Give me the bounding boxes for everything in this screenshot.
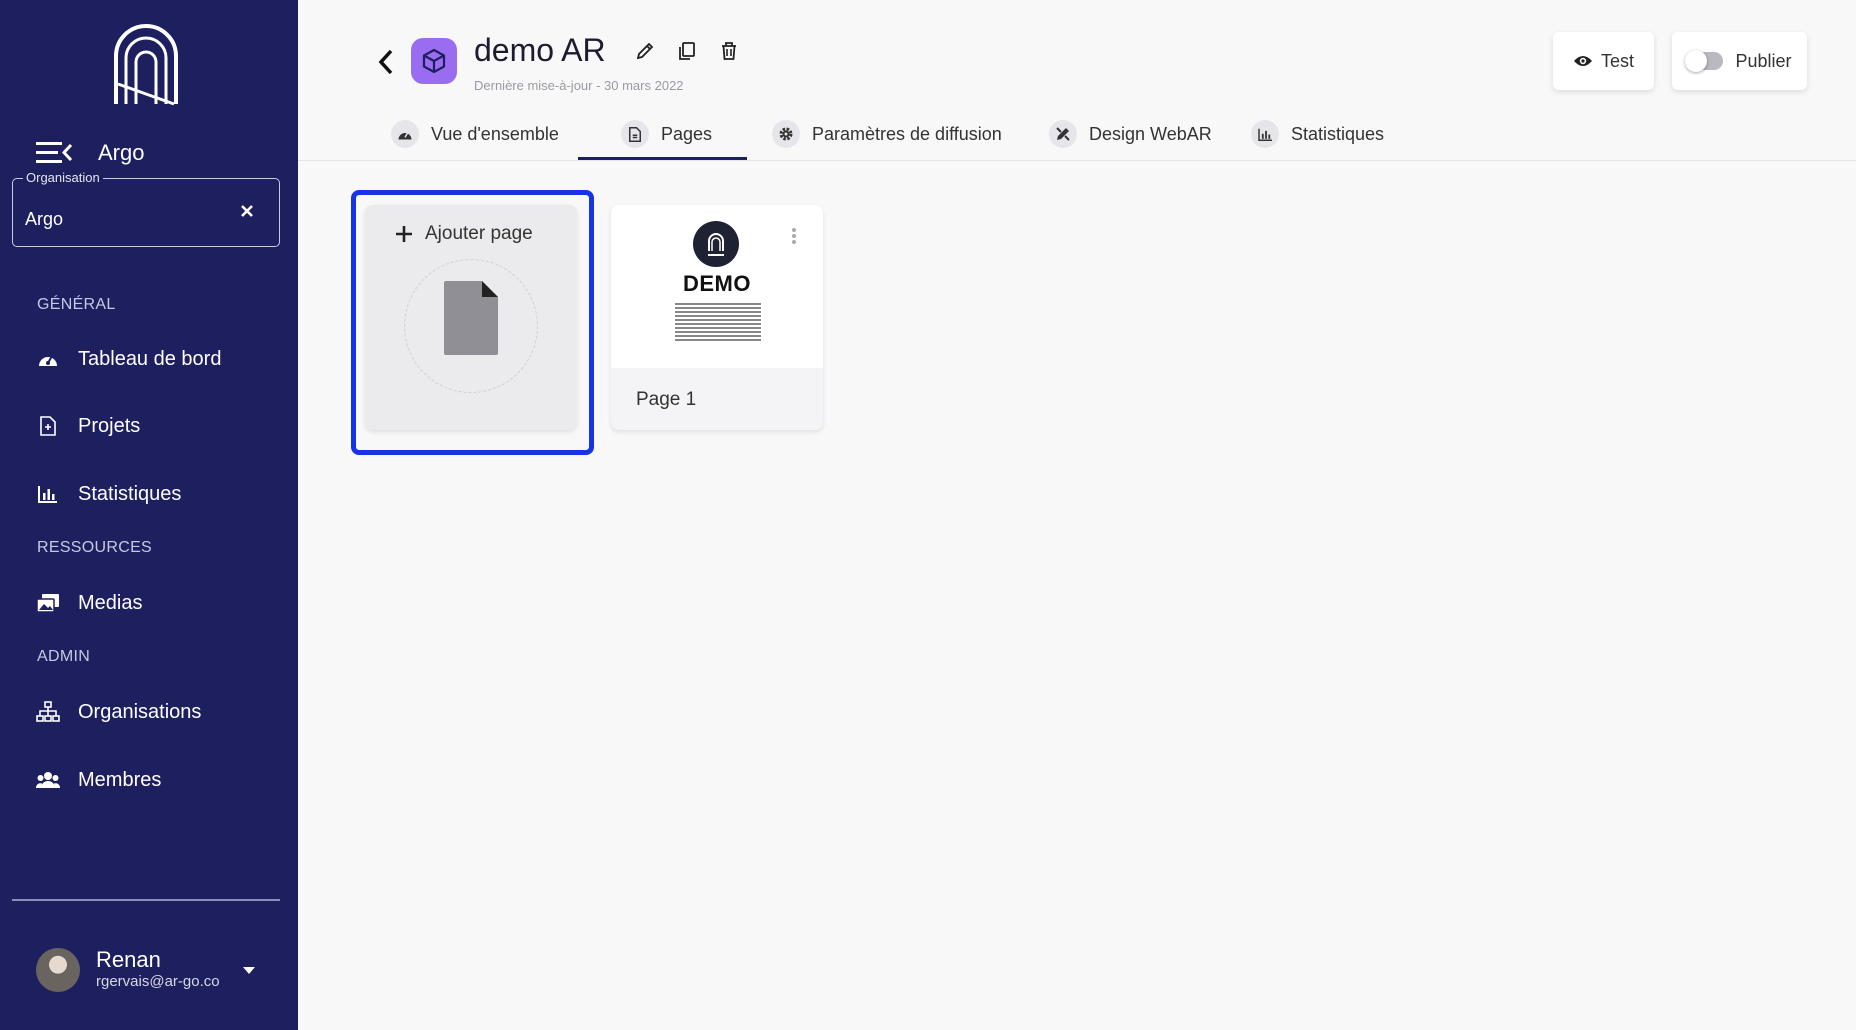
page-title: demo AR — [474, 32, 606, 68]
dashboard-icon — [36, 347, 60, 371]
org-tree-icon — [36, 700, 60, 724]
publish-toggle[interactable] — [1685, 50, 1724, 72]
gear-icon — [772, 120, 800, 148]
clear-icon[interactable] — [239, 203, 255, 219]
publish-button[interactable]: Publier — [1672, 32, 1807, 90]
more-options-icon[interactable] — [791, 227, 797, 245]
tab-label: Design WebAR — [1089, 123, 1212, 144]
dashboard-icon — [391, 120, 419, 148]
thumbnail-title: DEMO — [683, 271, 751, 296]
tab-label: Pages — [661, 123, 713, 144]
file-icon — [444, 281, 498, 355]
organisation-select[interactable]: Organisation Argo — [12, 170, 280, 247]
section-admin: ADMIN — [37, 648, 91, 665]
page-card[interactable]: DEMO Page 1 — [611, 205, 823, 430]
tab-label: Statistiques — [1291, 123, 1385, 144]
tab-label: Vue d'ensemble — [431, 123, 559, 144]
sidebar-item-medias[interactable]: Medias — [36, 591, 142, 615]
plus-icon — [396, 226, 412, 242]
tab-label: Paramètres de diffusion — [812, 123, 1002, 144]
edit-icon[interactable] — [634, 40, 656, 62]
caret-down-icon[interactable] — [243, 967, 255, 975]
back-arrow-icon[interactable] — [376, 48, 396, 76]
tab-broadcast-settings[interactable]: Paramètres de diffusion — [772, 120, 1002, 148]
avatar — [36, 948, 80, 992]
thumbnail-text-lines — [675, 303, 761, 343]
pencil-ruler-icon — [1049, 120, 1077, 148]
organisation-value: Argo — [25, 209, 64, 229]
user-name: Renan — [96, 947, 161, 972]
sidebar-item-label: Membres — [78, 768, 162, 791]
sidebar: Argo Organisation Argo GÉNÉRAL Tableau d… — [0, 0, 298, 1030]
bar-chart-icon — [36, 482, 60, 506]
tab-design-webar[interactable]: Design WebAR — [1049, 120, 1212, 148]
sidebar-item-label: Tableau de bord — [78, 347, 222, 370]
document-icon — [621, 120, 649, 148]
sidebar-item-label: Medias — [78, 591, 143, 614]
sidebar-item-dashboard[interactable]: Tableau de bord — [36, 347, 221, 371]
test-button[interactable]: Test — [1553, 32, 1654, 90]
document-icon — [36, 414, 60, 438]
last-updated: Dernière mise-à-jour - 30 mars 2022 — [474, 78, 684, 93]
media-icon — [36, 591, 60, 615]
sidebar-item-label: Organisations — [78, 700, 202, 723]
publish-label: Publier — [1735, 50, 1792, 71]
project-cube-icon — [411, 38, 457, 84]
page-thumbnail: DEMO — [611, 205, 823, 368]
add-page-label: Ajouter page — [425, 223, 533, 244]
argo-logo — [114, 24, 178, 106]
members-icon — [36, 768, 60, 792]
sidebar-item-members[interactable]: Membres — [36, 768, 161, 792]
trash-icon[interactable] — [718, 40, 740, 62]
sidebar-item-organisations[interactable]: Organisations — [36, 700, 201, 724]
sidebar-item-statistics[interactable]: Statistiques — [36, 482, 181, 506]
tab-overview[interactable]: Vue d'ensemble — [391, 120, 559, 148]
section-resources: RESSOURCES — [37, 539, 153, 556]
sidebar-divider — [12, 899, 280, 901]
sidebar-item-projects[interactable]: Projets — [36, 414, 140, 438]
add-page-card[interactable]: Ajouter page — [365, 205, 577, 430]
page-card-label: Page 1 — [636, 389, 697, 410]
sidebar-item-label: Projets — [78, 414, 141, 437]
user-email: rgervais@ar-go.co — [96, 973, 220, 990]
tab-statistics[interactable]: Statistiques — [1251, 120, 1384, 148]
add-page-header: Ajouter page — [395, 223, 533, 245]
bar-chart-icon — [1251, 120, 1279, 148]
eye-icon — [1573, 56, 1592, 66]
user-profile[interactable]: Renan rgervais@ar-go.co — [36, 948, 220, 992]
tab-pages[interactable]: Pages — [621, 120, 712, 148]
copy-icon[interactable] — [676, 40, 698, 62]
argo-logo-icon — [693, 221, 739, 267]
section-general: GÉNÉRAL — [37, 296, 116, 313]
sidebar-header: Argo — [36, 140, 144, 166]
menu-collapse-icon[interactable] — [36, 140, 72, 166]
tabs-divider — [298, 160, 1856, 161]
organisation-legend: Organisation — [23, 170, 103, 185]
test-label: Test — [1600, 50, 1634, 71]
app-name: Argo — [98, 140, 145, 165]
sidebar-item-label: Statistiques — [78, 482, 182, 505]
